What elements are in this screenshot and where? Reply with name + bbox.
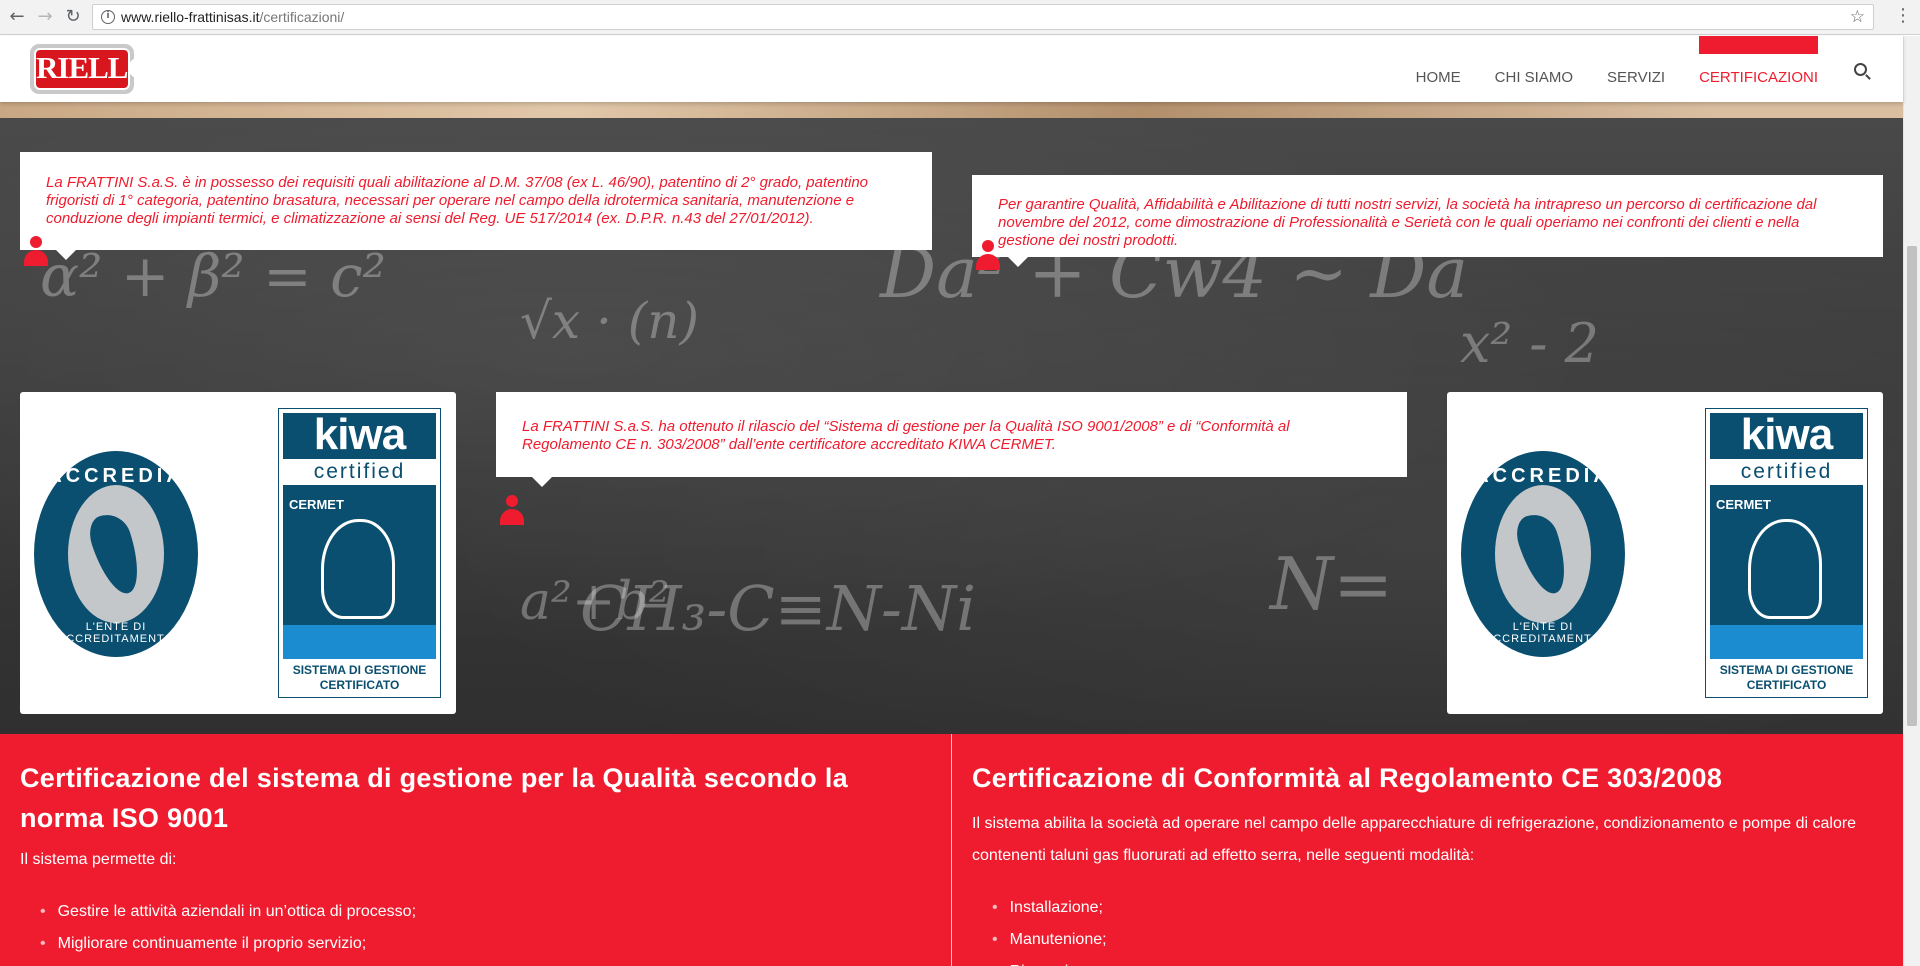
- site-header: RIELLO HOME CHI SIAMO SERVIZI CERTIFICAZ…: [0, 36, 1903, 102]
- list-item: Gestire le attività aziendali in un’otti…: [58, 896, 951, 928]
- hero-top-image-strip: [0, 102, 1903, 118]
- scrollbar-thumb[interactable]: [1907, 246, 1917, 726]
- list-item: Installazione;: [1010, 892, 1903, 924]
- accredia-logo: ACCREDIA L'ENTE DI ACCREDITAMENTO: [1461, 451, 1625, 657]
- chalk-formula: x² - 2: [1460, 312, 1600, 375]
- beaver-icon: [321, 519, 395, 619]
- kiwa-logo: kiwa certified CERMET SISTEMA DI GESTION…: [278, 408, 441, 698]
- panel-intro: Il sistema abilita la società ad operare…: [972, 815, 1857, 864]
- beaver-icon: [1748, 519, 1822, 619]
- accredia-word: ACCREDIA: [1474, 465, 1612, 487]
- info-bubble: Per garantire Qualità, Affidabilità e Ab…: [972, 175, 1883, 267]
- kiwa-certified: certified: [1710, 459, 1863, 485]
- chalk-formula: √x · (n): [520, 292, 699, 350]
- nav-certificazioni[interactable]: CERTIFICAZIONI: [1699, 36, 1818, 102]
- main-nav: HOME CHI SIAMO SERVIZI CERTIFICAZIONI: [1382, 36, 1867, 102]
- chalk-formula: a²+b²: [520, 572, 670, 632]
- browser-toolbar: ← → ↻ i www.riello-frattinisas.it/certif…: [0, 0, 1920, 35]
- browser-menu-icon[interactable]: ⋮: [1894, 5, 1912, 26]
- kiwa-certified: certified: [283, 459, 436, 485]
- chalk-formula: N=: [1270, 542, 1394, 626]
- kiwa-word: kiwa: [1740, 413, 1833, 459]
- list-item: Manutenione;: [1010, 924, 1903, 956]
- url-path: /certificazioni/: [259, 9, 345, 25]
- info-icon[interactable]: i: [101, 10, 115, 24]
- address-bar[interactable]: i www.riello-frattinisas.it/certificazio…: [92, 4, 1874, 30]
- nav-servizi[interactable]: SERVIZI: [1607, 36, 1665, 102]
- panel-title: Certificazione di Conformità al Regolame…: [972, 763, 1723, 793]
- url-host: www.riello-frattinisas.it: [121, 9, 260, 25]
- riello-logo[interactable]: RIELLO: [30, 44, 152, 94]
- kiwa-logo: kiwa certified CERMET SISTEMA DI GESTION…: [1705, 408, 1868, 698]
- url-text: www.riello-frattinisas.it/certificazioni…: [121, 9, 344, 25]
- page-scrollbar[interactable]: [1903, 36, 1920, 966]
- bubble-text: Per garantire Qualità, Affidabilità e Ab…: [998, 196, 1817, 249]
- search-icon[interactable]: [1854, 62, 1867, 76]
- bubble-text: La FRATTINI S.a.S. ha ottenuto il rilasc…: [522, 418, 1290, 453]
- info-bubble: La FRATTINI S.a.S. è in possesso dei req…: [20, 152, 932, 260]
- info-bubble: La FRATTINI S.a.S. ha ottenuto il rilasc…: [496, 392, 1407, 487]
- panel-title: Certificazione del sistema di gestione p…: [20, 763, 848, 833]
- accredia-subtitle: L'ENTE DI ACCREDITAMENTO: [1484, 621, 1602, 645]
- forward-arrow-icon[interactable]: →: [34, 6, 56, 28]
- logo-text: RIELLO: [34, 48, 152, 90]
- panel-intro: Il sistema permette di:: [20, 851, 177, 868]
- nav-chi-siamo[interactable]: CHI SIAMO: [1495, 36, 1573, 102]
- accredia-word: ACCREDIA: [47, 465, 185, 487]
- back-arrow-icon[interactable]: ←: [6, 6, 28, 28]
- bubble-text: La FRATTINI S.a.S. è in possesso dei req…: [46, 174, 869, 227]
- kiwa-system-text: SISTEMA DI GESTIONE CERTIFICATO: [292, 663, 427, 692]
- certification-logos-card: ACCREDIA L'ENTE DI ACCREDITAMENTO kiwa c…: [20, 392, 456, 714]
- reload-icon[interactable]: ↻: [62, 6, 84, 28]
- accredia-logo: ACCREDIA L'ENTE DI ACCREDITAMENTO: [34, 451, 198, 657]
- chalk-formula: CH₃-C≡N-Ni: [580, 572, 976, 645]
- iso-9001-panel: Certificazione del sistema di gestione p…: [0, 734, 951, 966]
- nav-home[interactable]: HOME: [1416, 36, 1461, 102]
- bookmark-star-icon[interactable]: ☆: [1850, 7, 1865, 27]
- cermet-label: CERMET: [1716, 497, 1771, 512]
- accredia-subtitle: L'ENTE DI ACCREDITAMENTO: [57, 621, 175, 645]
- water-band: [1710, 625, 1863, 659]
- certification-logos-card: ACCREDIA L'ENTE DI ACCREDITAMENTO kiwa c…: [1447, 392, 1883, 714]
- kiwa-system-text: SISTEMA DI GESTIONE CERTIFICATO: [1719, 663, 1854, 692]
- cermet-label: CERMET: [289, 497, 344, 512]
- water-band: [283, 625, 436, 659]
- ce-303-2008-panel: Certificazione di Conformità al Regolame…: [952, 734, 1903, 966]
- panel-list: Installazione; Manutenione; Riparazione;: [1010, 892, 1903, 966]
- user-icon: [24, 236, 48, 266]
- list-item: Riparazione;: [1010, 956, 1903, 966]
- chalk-formula: α² + β² = c²: [40, 242, 386, 310]
- certifications-hero: α² + β² = c² Da² + Cw4 ~ Da √x · (n) CH₃…: [0, 102, 1903, 734]
- list-item: Migliorare continuamente il proprio serv…: [58, 928, 951, 960]
- kiwa-word: kiwa: [313, 413, 406, 459]
- panel-list: Gestire le attività aziendali in un’otti…: [58, 896, 951, 960]
- user-icon: [976, 240, 1000, 270]
- user-icon: [500, 495, 524, 525]
